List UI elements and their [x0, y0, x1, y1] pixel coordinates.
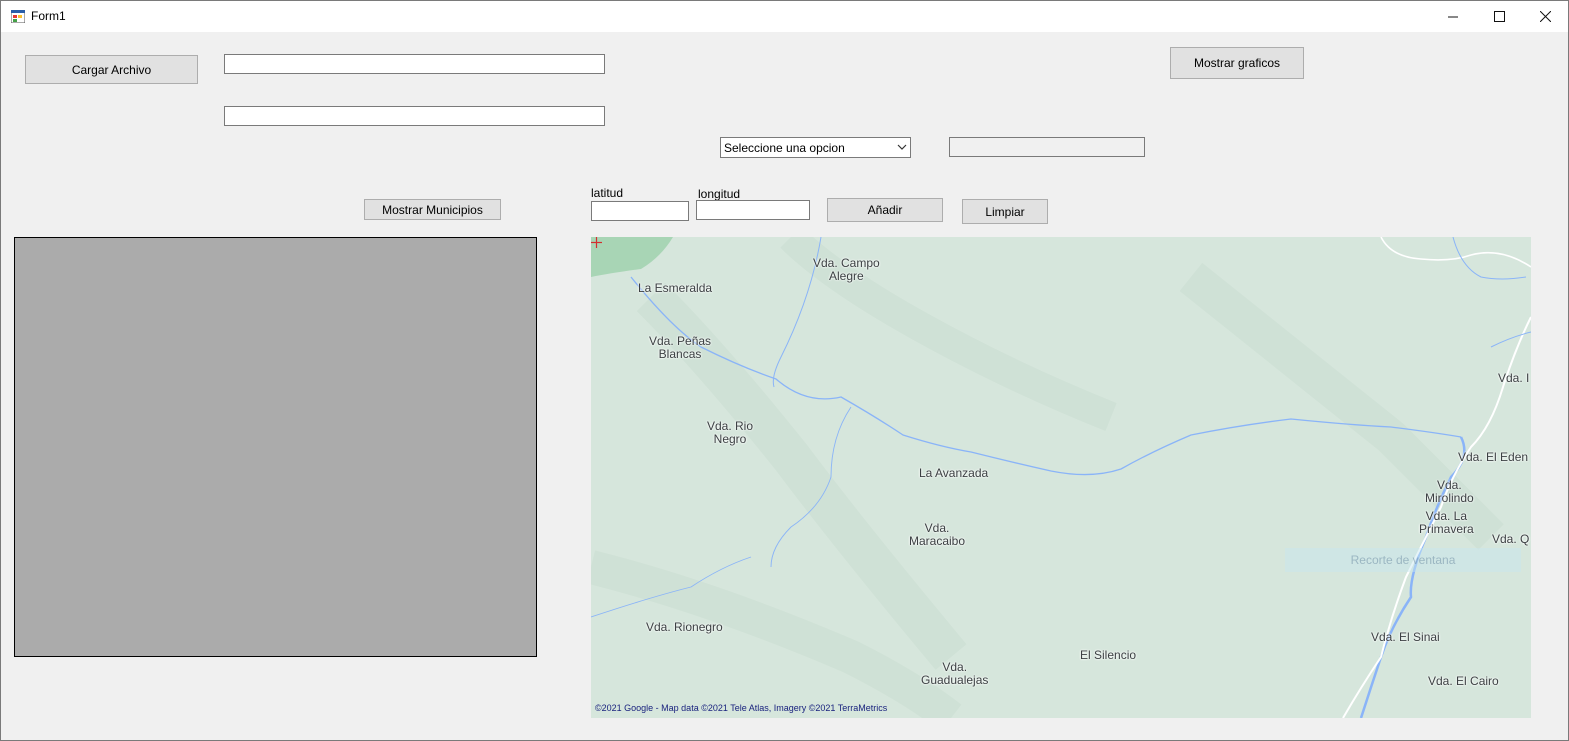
options-combobox[interactable]: Seleccione una opcion: [720, 137, 911, 158]
longitude-label: longitud: [698, 187, 741, 201]
main-window: Form1 Cargar Archivo Mostrar graficos Se…: [0, 0, 1569, 741]
place-label: Vda. Peñas Blancas: [649, 334, 712, 361]
chevron-down-icon: [897, 144, 907, 150]
latitude-label: latitud: [591, 186, 624, 200]
map-control[interactable]: Vda. Campo Alegre La Esmeralda Vda. Peñas…: [591, 237, 1531, 718]
window-title: Form1: [31, 9, 66, 23]
place-label: El Silencio: [1080, 648, 1137, 662]
minimize-button[interactable]: [1430, 1, 1476, 32]
place-label: La Avanzada: [919, 466, 989, 480]
combo-result-field[interactable]: [949, 137, 1145, 157]
show-charts-button[interactable]: Mostrar graficos: [1170, 47, 1304, 79]
crosshair-icon: [591, 237, 602, 248]
close-icon: [1539, 11, 1551, 22]
place-label: La Esmeralda: [638, 281, 713, 295]
place-label: Vda. El Sinai: [1371, 630, 1440, 644]
map-attribution: ©2021 Google - Map data ©2021 Tele Atlas…: [595, 703, 888, 713]
map-terrain: [591, 237, 1531, 718]
show-municipalities-button[interactable]: Mostrar Municipios: [364, 199, 501, 220]
latitude-field[interactable]: [591, 201, 689, 221]
maximize-icon: [1493, 11, 1505, 22]
longitude-field[interactable]: [696, 200, 810, 220]
place-label: Vda. Rio Negro: [707, 419, 754, 446]
combo-selected-value: Seleccione una opcion: [724, 141, 845, 155]
place-label: Vda. Maracaibo: [909, 521, 966, 548]
title-bar[interactable]: Form1: [1, 1, 1568, 32]
place-label: Vda. El Cairo: [1428, 674, 1499, 688]
load-file-button[interactable]: Cargar Archivo: [25, 55, 198, 84]
clear-button[interactable]: Limpiar: [962, 199, 1048, 224]
close-button[interactable]: [1522, 1, 1568, 32]
picture-box: [14, 237, 537, 657]
place-label: Vda. Mirolindo: [1425, 478, 1474, 505]
place-label: Vda. La Primavera: [1419, 509, 1474, 536]
file-path-field[interactable]: [224, 54, 605, 74]
snip-watermark: Recorte de ventana: [1285, 548, 1521, 572]
add-button[interactable]: Añadir: [827, 198, 943, 222]
maximize-button[interactable]: [1476, 1, 1522, 32]
app-icon: [11, 10, 25, 23]
place-label: Vda. Rionegro: [646, 620, 723, 634]
place-label: Vda. Q: [1492, 532, 1530, 546]
minimize-icon: [1447, 16, 1458, 18]
place-label: Vda. Campo Alegre: [813, 256, 880, 283]
place-label: Vda. I: [1498, 371, 1530, 385]
second-text-field[interactable]: [224, 106, 605, 126]
place-label: Vda. Guadualejas: [921, 660, 989, 687]
place-label: Vda. El Eden: [1458, 450, 1529, 464]
